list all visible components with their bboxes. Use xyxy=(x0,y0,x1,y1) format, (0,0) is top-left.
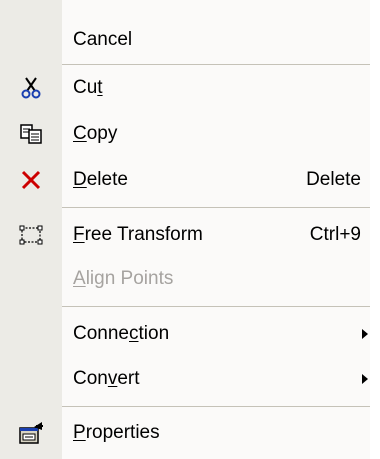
context-menu: Cancel Cut Copy Delete Delete Free Trans… xyxy=(0,0,370,459)
submenu-arrow-icon xyxy=(360,356,370,402)
submenu-arrow-icon xyxy=(360,311,370,357)
menu-item-properties-label: Properties xyxy=(73,422,160,443)
menu-item-align-points-label: Align Points xyxy=(73,268,174,289)
menu-item-delete-shortcut: Delete xyxy=(306,169,361,190)
menu-item-free-transform-shortcut: Ctrl+9 xyxy=(309,224,361,245)
menu-item-cancel[interactable]: Cancel xyxy=(0,17,370,63)
menu-separator xyxy=(62,406,370,407)
menu-item-free-transform[interactable]: Free Transform Ctrl+9 xyxy=(0,212,370,258)
menu-right-edge xyxy=(370,0,380,459)
menu-item-copy-label: Copy xyxy=(73,123,118,144)
properties-icon xyxy=(0,410,62,456)
menu-item-convert-label: Convert xyxy=(73,368,140,389)
menu-separator xyxy=(62,207,370,208)
scissors-icon xyxy=(0,65,62,111)
menu-item-copy[interactable]: Copy xyxy=(0,111,370,157)
menu-item-properties[interactable]: Properties xyxy=(0,410,370,456)
menu-item-connection-label: Connection xyxy=(73,323,170,344)
menu-separator xyxy=(62,306,370,307)
delete-x-icon xyxy=(0,157,62,203)
menu-item-delete-label: Delete xyxy=(73,169,128,190)
free-transform-icon xyxy=(0,212,62,258)
menu-item-cut[interactable]: Cut xyxy=(0,65,370,111)
menu-item-cancel-label: Cancel xyxy=(73,29,133,50)
copy-icon xyxy=(0,111,62,157)
menu-item-convert[interactable]: Convert xyxy=(0,356,370,402)
menu-item-align-points: Align Points xyxy=(0,256,370,302)
menu-item-connection[interactable]: Connection xyxy=(0,311,370,357)
menu-item-free-transform-label: Free Transform xyxy=(73,224,203,245)
menu-item-cut-label: Cut xyxy=(73,77,103,98)
menu-item-delete[interactable]: Delete Delete xyxy=(0,157,370,203)
